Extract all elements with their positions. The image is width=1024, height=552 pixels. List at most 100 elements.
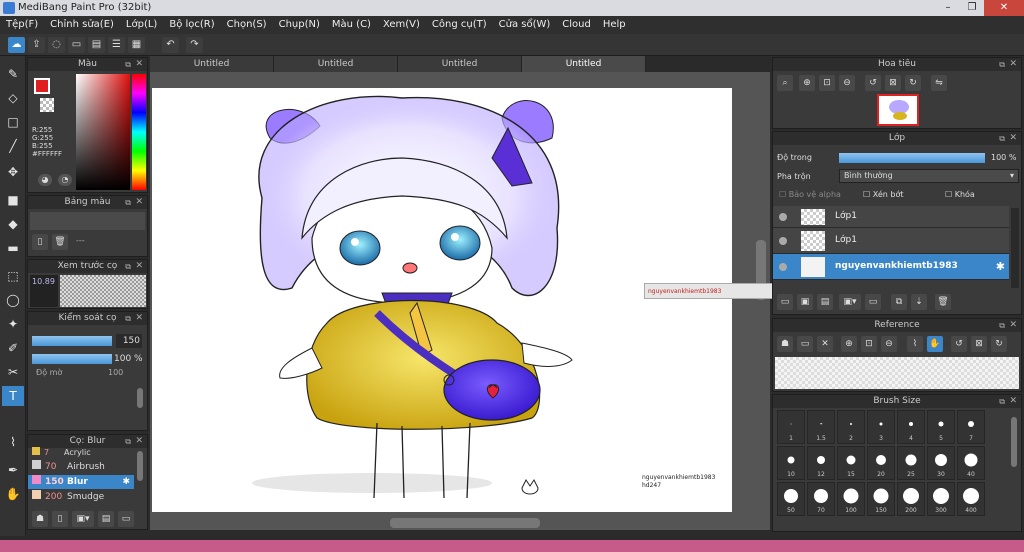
reset-view-icon[interactable]: ⊠ — [885, 75, 901, 91]
reference-open-icon[interactable]: ▭ — [797, 336, 813, 352]
menu-layer[interactable]: Lớp(L) — [120, 16, 163, 34]
rect-tool-icon[interactable]: □ — [2, 112, 24, 132]
palette-list[interactable] — [30, 212, 145, 230]
close-icon[interactable]: ✕ — [1009, 319, 1017, 332]
rotate-right-icon[interactable]: ↻ — [991, 336, 1007, 352]
page-icon[interactable]: ▤ — [88, 37, 105, 53]
menu-tools[interactable]: Công cụ(T) — [426, 16, 493, 34]
tab-untitled-3[interactable]: Untitled — [398, 56, 522, 72]
brush-size-cell[interactable]: 3 — [867, 410, 895, 444]
reference-canvas[interactable] — [775, 357, 1019, 389]
brush-size-cell[interactable]: 400 — [957, 482, 985, 516]
brush-size-cell[interactable]: 150 — [867, 482, 895, 516]
eraser-tool-icon[interactable]: ◇ — [2, 88, 24, 108]
brush-opacity-slider[interactable] — [32, 354, 112, 364]
lasso-icon[interactable]: ◯ — [2, 290, 24, 310]
palette-icon[interactable]: ◕ — [38, 174, 52, 186]
brush-list-scrollbar[interactable] — [137, 451, 143, 481]
add-layer-1bit-icon[interactable]: ▤ — [817, 294, 833, 310]
upload-icon[interactable]: ⇪ — [28, 37, 45, 53]
protect-alpha-checkbox[interactable]: ☐ Bảo vệ alpha — [779, 190, 841, 199]
rotate-left-icon[interactable]: ↺ — [951, 336, 967, 352]
layer-opacity-slider[interactable] — [839, 153, 985, 163]
brush-size-cell[interactable]: 100 — [837, 482, 865, 516]
gear-icon[interactable]: ✱ — [996, 260, 1005, 273]
minimize-button[interactable]: – — [936, 0, 960, 16]
menu-help[interactable]: Help — [597, 16, 632, 34]
brush-size-cell[interactable]: 2 — [837, 410, 865, 444]
gear-icon[interactable]: ✱ — [122, 475, 130, 489]
pin-icon[interactable]: ⧉ — [125, 260, 131, 273]
brush-size-cell[interactable]: 40 — [957, 446, 985, 480]
select-rect-icon[interactable]: ⬚ — [2, 266, 24, 286]
brush-size-cell[interactable]: 12 — [807, 446, 835, 480]
folder-icon[interactable]: ▭ — [865, 294, 881, 310]
menu-filter[interactable]: Bộ lọc(R) — [163, 16, 220, 34]
menu-file[interactable]: Tệp(F) — [0, 16, 44, 34]
menu-color[interactable]: Màu (C) — [326, 16, 377, 34]
brush-size-cell[interactable]: 50 — [777, 482, 805, 516]
cloud-icon[interactable]: ☁ — [8, 37, 25, 53]
close-icon[interactable]: ✕ — [135, 312, 143, 325]
brush-size-cell[interactable]: 7 — [957, 410, 985, 444]
brush-item[interactable]: 70 Airbrush — [28, 460, 134, 474]
folder-icon[interactable]: ▭ — [118, 511, 134, 527]
zoom-in-icon[interactable]: ⊕ — [841, 336, 857, 352]
brush-item-selected[interactable]: 150 Blur ✱ — [28, 475, 134, 489]
brush-size-cell[interactable]: 4 — [897, 410, 925, 444]
comment-icon[interactable]: ◌ — [48, 37, 65, 53]
rotate-right-icon[interactable]: ↻ — [905, 75, 921, 91]
brush-size-cell[interactable]: 1 — [777, 410, 805, 444]
layer-scrollbar[interactable] — [1011, 208, 1019, 288]
select-pen-icon[interactable]: ✐ — [2, 338, 24, 358]
hue-slider[interactable] — [132, 74, 146, 190]
menu-snap[interactable]: Chụp(N) — [273, 16, 326, 34]
add-layer-icon[interactable]: ▭ — [777, 294, 793, 310]
color-saturation-picker[interactable] — [76, 74, 130, 190]
reset-view-icon[interactable]: ⊠ — [971, 336, 987, 352]
pin-icon[interactable]: ⧉ — [999, 58, 1005, 71]
close-icon[interactable]: ✕ — [135, 435, 143, 448]
zoom-in-icon[interactable]: ⊕ — [799, 75, 815, 91]
grid-icon[interactable]: ▦ — [128, 37, 145, 53]
close-icon[interactable]: ✕ — [1009, 58, 1017, 71]
brush-size-cell[interactable]: 20 — [867, 446, 895, 480]
bucket-tool-icon[interactable]: ◆ — [2, 214, 24, 234]
tab-untitled-4[interactable]: Untitled — [522, 56, 646, 72]
brush-tool-icon[interactable]: ✎ — [2, 64, 24, 84]
brush-size-slider[interactable] — [32, 336, 112, 346]
add-brush-icon[interactable]: ☗ — [32, 511, 48, 527]
close-icon[interactable]: ✕ — [135, 58, 143, 71]
brush-control-scrollbar[interactable] — [137, 388, 143, 408]
color-wheel-icon[interactable]: ◔ — [58, 174, 72, 186]
zoom-icon[interactable]: ⌕ — [777, 75, 793, 91]
flip-icon[interactable]: ⇋ — [931, 75, 947, 91]
close-icon[interactable]: ✕ — [135, 196, 143, 209]
text-tool-icon[interactable]: T — [2, 386, 24, 406]
eye-icon[interactable] — [779, 263, 787, 271]
brush-size-cell[interactable]: 70 — [807, 482, 835, 516]
lock-checkbox[interactable]: ☐ Khóa — [945, 190, 975, 199]
pin-icon[interactable]: ⧉ — [125, 312, 131, 325]
select-eraser-icon[interactable]: ✂ — [2, 362, 24, 382]
new-brush-icon[interactable]: ▯ — [52, 511, 68, 527]
brush-size-cell[interactable]: 1.5 — [807, 410, 835, 444]
pin-icon[interactable]: ⧉ — [999, 319, 1005, 332]
clip-checkbox[interactable]: ☐ Xén bớt — [863, 190, 903, 199]
redo-icon[interactable]: ↷ — [186, 37, 203, 53]
menu-select[interactable]: Chọn(S) — [221, 16, 273, 34]
canvas-horizontal-scrollbar[interactable] — [390, 518, 540, 528]
navigator-thumbnail[interactable] — [877, 94, 919, 126]
pin-icon[interactable]: ⧉ — [125, 58, 131, 71]
new-palette-icon[interactable]: ▯ — [32, 234, 48, 250]
brush-size-cell[interactable]: 30 — [927, 446, 955, 480]
undo-icon[interactable]: ↶ — [162, 37, 179, 53]
brush-size-scrollbar[interactable] — [1011, 417, 1017, 467]
move-tool-icon[interactable]: ✥ — [2, 162, 24, 182]
eye-icon[interactable] — [779, 213, 787, 221]
menu-window[interactable]: Cửa sổ(W) — [493, 16, 557, 34]
delete-palette-icon[interactable]: 🗑 — [52, 234, 68, 250]
tab-untitled-2[interactable]: Untitled — [274, 56, 398, 72]
reference-add-icon[interactable]: ☗ — [777, 336, 793, 352]
brush-size-cell[interactable]: 300 — [927, 482, 955, 516]
